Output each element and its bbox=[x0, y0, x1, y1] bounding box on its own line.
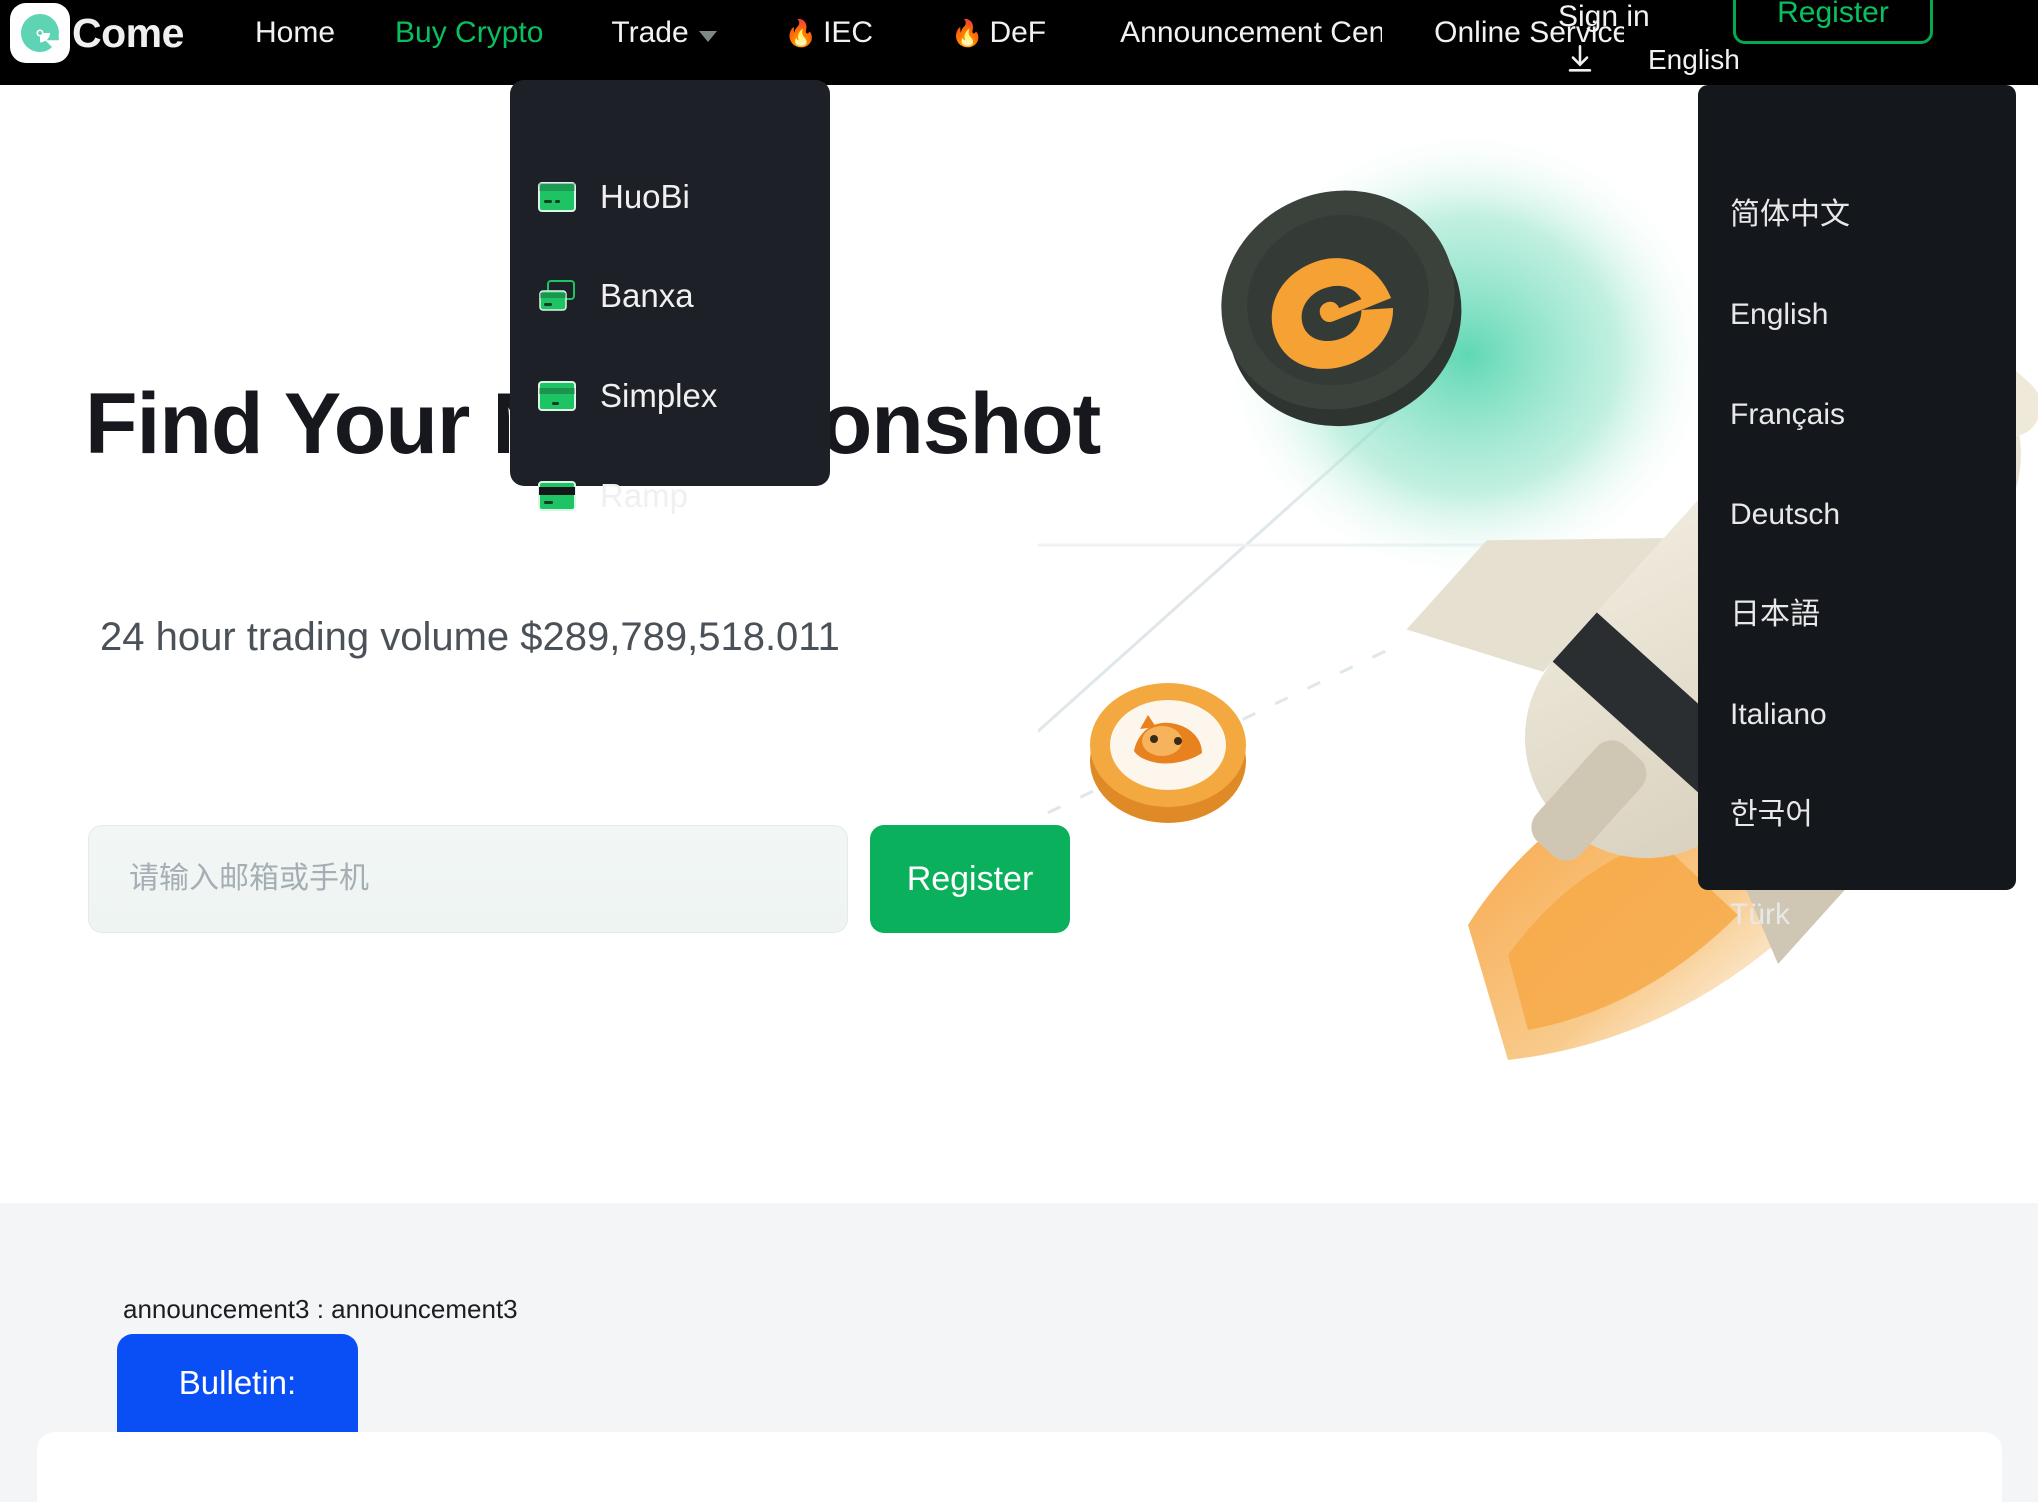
credit-card-icon bbox=[538, 180, 576, 214]
language-option-korean[interactable]: 한국어 bbox=[1730, 795, 1813, 835]
page-root: Come Home Buy Crypto Trade 🔥 IEC 🔥 DeF A… bbox=[0, 0, 2038, 1502]
language-option-turk[interactable]: Türk bbox=[1730, 895, 1790, 935]
nav-item-announcement-center-label: Announcement Center bbox=[1120, 16, 1383, 49]
nav-item-home-label: Home bbox=[255, 16, 336, 49]
language-option-francais[interactable]: Français bbox=[1730, 395, 1845, 435]
nav-item-home[interactable]: Home bbox=[255, 14, 335, 52]
bulletin-card bbox=[37, 1432, 2002, 1502]
credit-card-icon bbox=[538, 479, 576, 513]
flame-icon: 🔥 bbox=[784, 18, 818, 48]
top-navigation-bar: Come Home Buy Crypto Trade 🔥 IEC 🔥 DeF A… bbox=[0, 0, 2038, 85]
language-option-zh-cn[interactable]: 简体中文 bbox=[1730, 195, 1850, 235]
dropdown-item-banxa[interactable]: Banxa bbox=[538, 276, 694, 316]
language-selector[interactable]: English bbox=[1648, 42, 1740, 78]
bulletin-badge[interactable]: Bulletin: bbox=[117, 1334, 358, 1432]
trading-volume-text: 24 hour trading volume $289,789,518.011 bbox=[100, 615, 840, 659]
nav-item-def-label: DeF bbox=[989, 16, 1047, 49]
dropdown-item-simplex-label: Simplex bbox=[600, 377, 718, 414]
dropdown-item-simplex[interactable]: Simplex bbox=[538, 376, 717, 416]
email-or-phone-input[interactable] bbox=[88, 825, 848, 933]
gcome-spiral-logo-icon bbox=[10, 3, 70, 63]
language-option-italiano[interactable]: Italiano bbox=[1730, 695, 1827, 735]
nav-item-buy-crypto-label: Buy Crypto bbox=[395, 16, 544, 49]
nav-links: Home Buy Crypto Trade 🔥 IEC 🔥 DeF Announ… bbox=[255, 0, 1624, 85]
language-option-deutsch[interactable]: Deutsch bbox=[1730, 495, 1840, 535]
dropdown-item-ramp-label: Ramp bbox=[600, 477, 689, 514]
hero-register-button[interactable]: Register bbox=[870, 825, 1070, 933]
brand-logo[interactable]: Come bbox=[10, 3, 184, 63]
brand-name: Come bbox=[72, 10, 184, 56]
register-button[interactable]: Register bbox=[1733, 0, 1933, 44]
bulletin-section: Bulletin: announcement3 : announcement3 bbox=[0, 1203, 2038, 1502]
nav-item-trade[interactable]: Trade bbox=[611, 14, 717, 52]
chevron-down-icon bbox=[698, 30, 717, 42]
signup-form: Register bbox=[88, 825, 1070, 933]
buy-crypto-dropdown: HuoBi Banxa Simplex Ramp bbox=[510, 80, 830, 514]
nav-item-iec[interactable]: 🔥 IEC bbox=[785, 14, 873, 52]
download-icon[interactable] bbox=[1563, 42, 1597, 76]
sign-in-link[interactable]: Sign in bbox=[1558, 0, 1650, 38]
nav-item-announcement-center[interactable]: Announcement Center bbox=[1120, 14, 1382, 52]
nav-item-trade-label: Trade bbox=[611, 16, 689, 49]
language-option-english[interactable]: English bbox=[1730, 295, 1828, 335]
dropdown-item-banxa-label: Banxa bbox=[600, 277, 694, 314]
nav-right-actions: Sign in Register English bbox=[1548, 0, 2038, 85]
language-dropdown: 简体中文 English Français Deutsch 日本語 Italia… bbox=[1698, 85, 2016, 931]
nav-item-def[interactable]: 🔥 DeF bbox=[951, 14, 1046, 52]
nav-item-iec-label: IEC bbox=[823, 16, 874, 49]
card-stack-icon bbox=[538, 279, 576, 313]
dropdown-item-huobi-label: HuoBi bbox=[600, 178, 690, 215]
flame-icon: 🔥 bbox=[951, 18, 984, 48]
dropdown-item-ramp[interactable]: Ramp bbox=[538, 476, 688, 516]
language-option-japanese[interactable]: 日本語 bbox=[1730, 595, 1820, 635]
bulletin-announcement-text[interactable]: announcement3 : announcement3 bbox=[123, 1294, 518, 1325]
dropdown-item-huobi[interactable]: HuoBi bbox=[538, 177, 690, 217]
credit-card-icon bbox=[538, 379, 576, 413]
nav-item-buy-crypto[interactable]: Buy Crypto bbox=[395, 14, 543, 52]
